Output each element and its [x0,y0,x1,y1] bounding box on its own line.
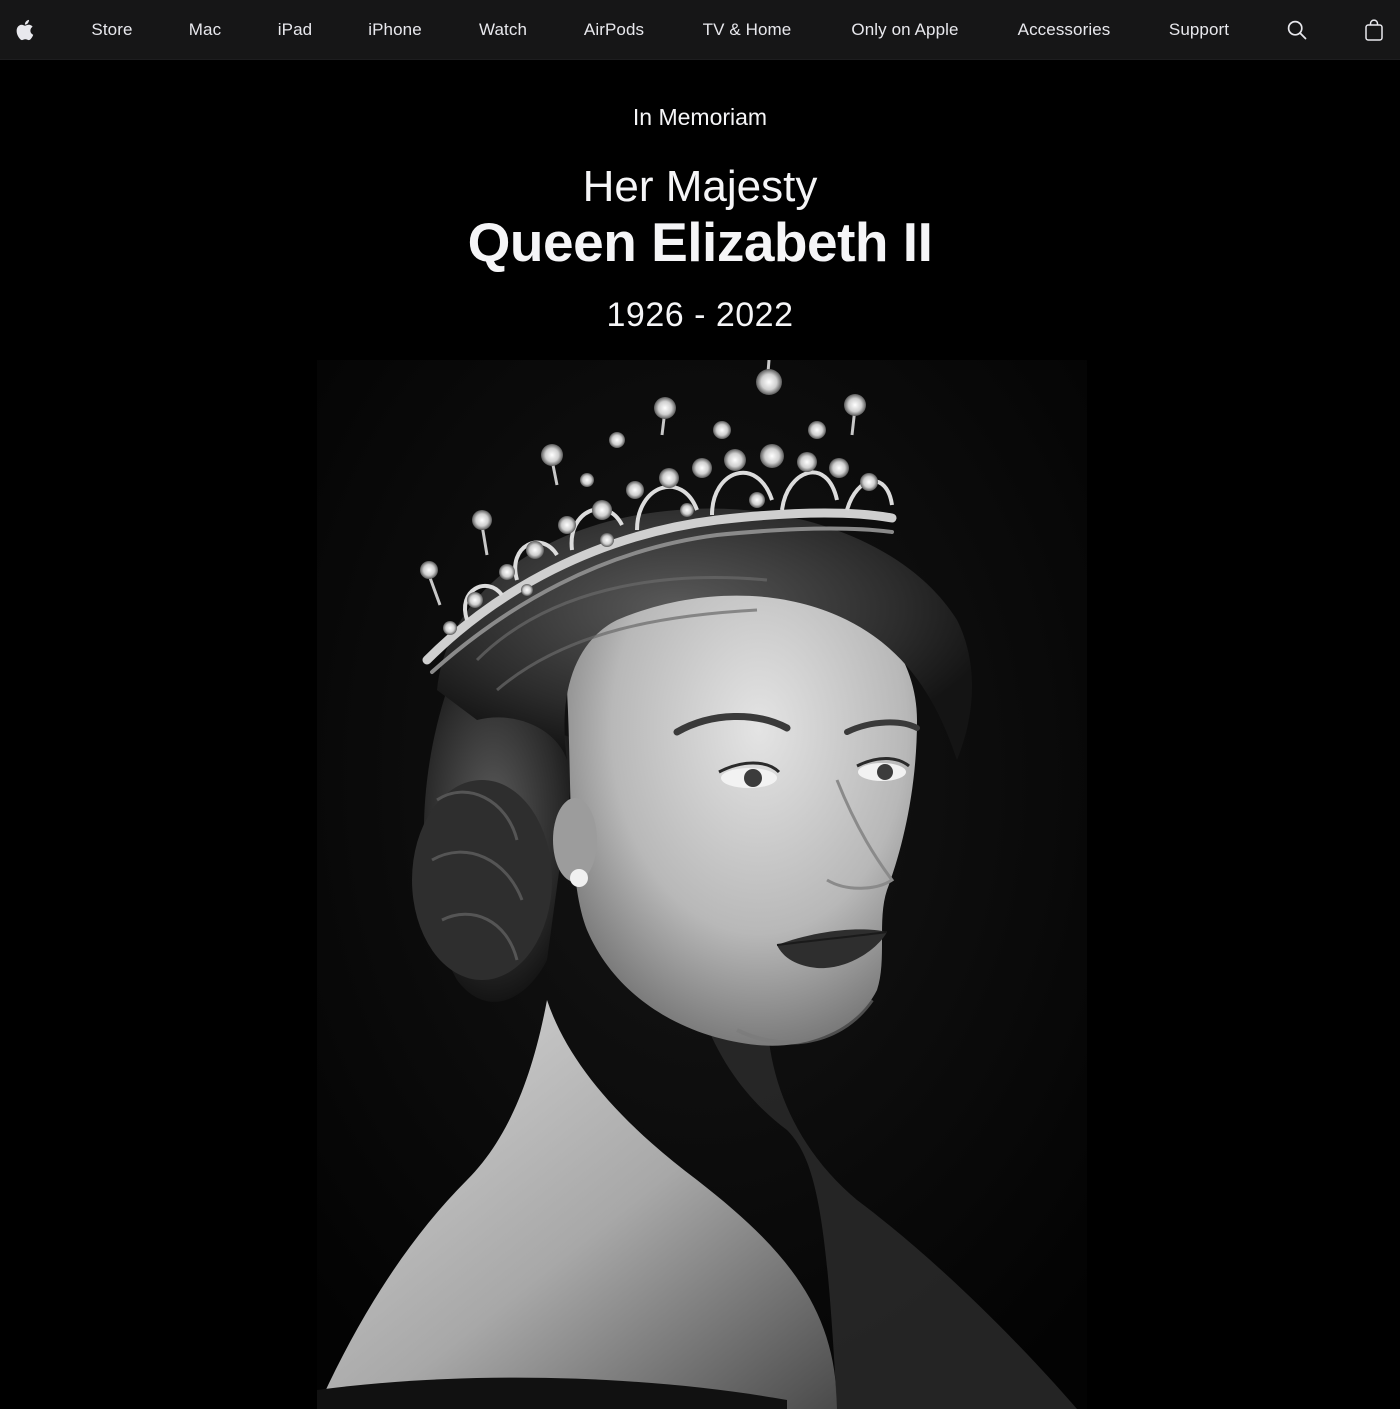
nav-item-label: TV & Home [702,20,792,39]
nav-item-label: Mac [188,20,222,39]
nav-item-ipad[interactable]: iPad [268,0,322,60]
global-nav: Store Mac iPad iPhone Watch AirPods TV &… [0,0,1400,60]
nav-item-iphone[interactable]: iPhone [358,0,432,60]
nav-item-accessories[interactable]: Accessories [1006,0,1122,60]
nav-item-only-on-apple[interactable]: Only on Apple [838,0,972,60]
nav-item-tv-home[interactable]: TV & Home [692,0,802,60]
nav-item-label: iPhone [368,20,422,39]
nav-item-label: Watch [478,20,528,39]
nav-item-label: Support [1168,20,1230,39]
portrait-photo [317,360,1087,1409]
nav-item-watch[interactable]: Watch [468,0,538,60]
nav-item-airpods[interactable]: AirPods [574,0,654,60]
nav-item-store[interactable]: Store [78,0,146,60]
search-icon[interactable] [1284,0,1310,60]
nav-item-support[interactable]: Support [1158,0,1240,60]
nav-item-label: iPad [277,20,313,39]
shopping-bag-icon[interactable] [1362,0,1386,60]
apple-logo-icon[interactable] [10,0,38,60]
eyebrow-text: In Memoriam [632,104,768,130]
title-line-2: Queen Elizabeth II [467,211,933,273]
nav-item-label: AirPods [583,20,645,39]
nav-item-label: Only on Apple [851,20,959,39]
title-line-1: Her Majesty [582,162,818,211]
nav-item-label: Accessories [1017,20,1111,39]
nav-item-label: Store [91,20,133,39]
nav-item-mac[interactable]: Mac [178,0,232,60]
life-dates: 1926 - 2022 [606,296,794,334]
